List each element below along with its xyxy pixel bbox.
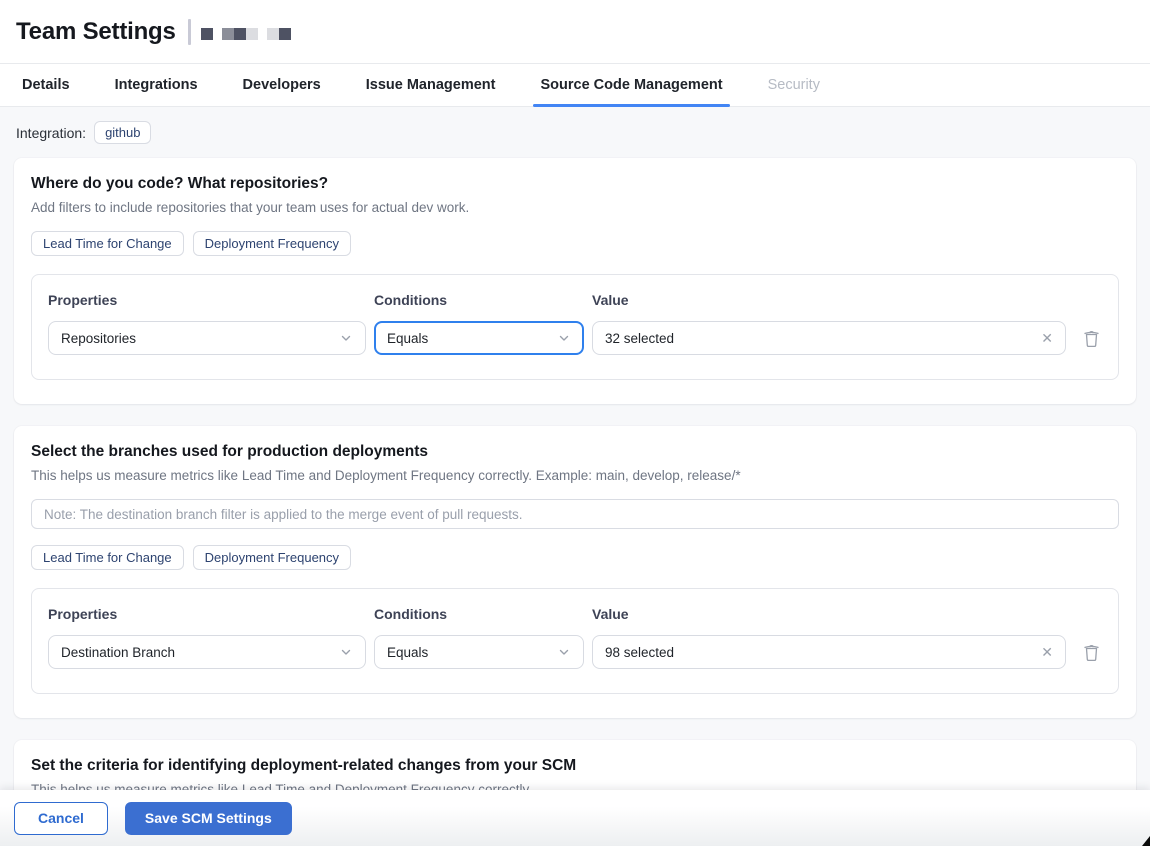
page-title: Team Settings — [16, 17, 176, 45]
branches-heading: Select the branches used for production … — [31, 443, 429, 460]
branches-description: This helps us measure metrics like Lead … — [31, 468, 741, 483]
repositories-heading: Where do you code? What repositories? — [31, 175, 329, 192]
metric-tags: Lead Time for Change Deployment Frequenc… — [31, 231, 1119, 256]
settings-tabbar: Details Integrations Developers Issue Ma… — [0, 63, 1150, 107]
branch-note-input[interactable] — [31, 499, 1119, 529]
metric-tags: Lead Time for Change Deployment Frequenc… — [31, 545, 1119, 570]
page-header: Team Settings — [0, 0, 1150, 63]
delete-filter-button[interactable] — [1078, 325, 1104, 351]
save-scm-settings-button[interactable]: Save SCM Settings — [124, 801, 292, 835]
scm-settings-content: Integration: github Where do you code? W… — [0, 107, 1150, 846]
properties-column-label: Properties — [48, 606, 118, 622]
integration-label: Integration: — [16, 124, 87, 141]
repositories-filter-box: Properties Conditions Value Repositories… — [31, 274, 1119, 380]
repositories-description: Add filters to include repositories that… — [31, 200, 470, 215]
branches-card: Select the branches used for production … — [14, 426, 1136, 718]
branches-filter-box: Properties Conditions Value Destination … — [31, 588, 1119, 694]
mouse-cursor — [1142, 836, 1150, 846]
clear-icon[interactable]: ✕ — [1041, 645, 1053, 659]
tab-source-code-management[interactable]: Source Code Management — [533, 64, 730, 107]
tag-lead-time-for-change: Lead Time for Change — [31, 545, 184, 570]
cancel-button[interactable]: Cancel — [14, 801, 108, 835]
properties-select[interactable]: Destination Branch — [48, 635, 366, 669]
tab-security: Security — [767, 77, 820, 93]
tab-developers[interactable]: Developers — [243, 64, 321, 106]
chevron-down-icon — [559, 335, 569, 341]
delete-filter-button[interactable] — [1078, 639, 1104, 665]
title-divider — [187, 18, 191, 45]
tag-deployment-frequency: Deployment Frequency — [192, 231, 352, 256]
value-multiselect[interactable]: 98 selected ✕ — [592, 635, 1066, 669]
tag-deployment-frequency: Deployment Frequency — [192, 545, 352, 570]
conditions-column-label: Conditions — [374, 292, 448, 308]
tag-lead-time-for-change: Lead Time for Change — [31, 231, 184, 256]
repositories-card: Where do you code? What repositories? Ad… — [14, 158, 1136, 404]
trash-icon — [1083, 644, 1099, 661]
value-column-label: Value — [592, 292, 629, 308]
integration-row: Integration: github — [14, 121, 1136, 144]
properties-select[interactable]: Repositories — [48, 321, 366, 355]
conditions-column-label: Conditions — [374, 606, 448, 622]
trash-icon — [1083, 330, 1099, 347]
chevron-down-icon — [341, 335, 351, 341]
action-footer: Cancel Save SCM Settings — [0, 790, 1150, 846]
value-multiselect[interactable]: 32 selected ✕ — [592, 321, 1066, 355]
chevron-down-icon — [559, 649, 569, 655]
tab-integrations[interactable]: Integrations — [115, 64, 198, 106]
properties-column-label: Properties — [48, 292, 118, 308]
conditions-select[interactable]: Equals — [374, 321, 584, 355]
conditions-select[interactable]: Equals — [374, 635, 584, 669]
redacted-team-name — [200, 27, 291, 40]
value-column-label: Value — [592, 606, 629, 622]
clear-icon[interactable]: ✕ — [1041, 331, 1053, 345]
tab-details[interactable]: Details — [22, 64, 70, 106]
deployment-criteria-heading: Set the criteria for identifying deploym… — [31, 757, 577, 774]
integration-github-chip[interactable]: github — [94, 121, 152, 144]
tab-issue-management[interactable]: Issue Management — [366, 64, 496, 106]
chevron-down-icon — [341, 649, 351, 655]
